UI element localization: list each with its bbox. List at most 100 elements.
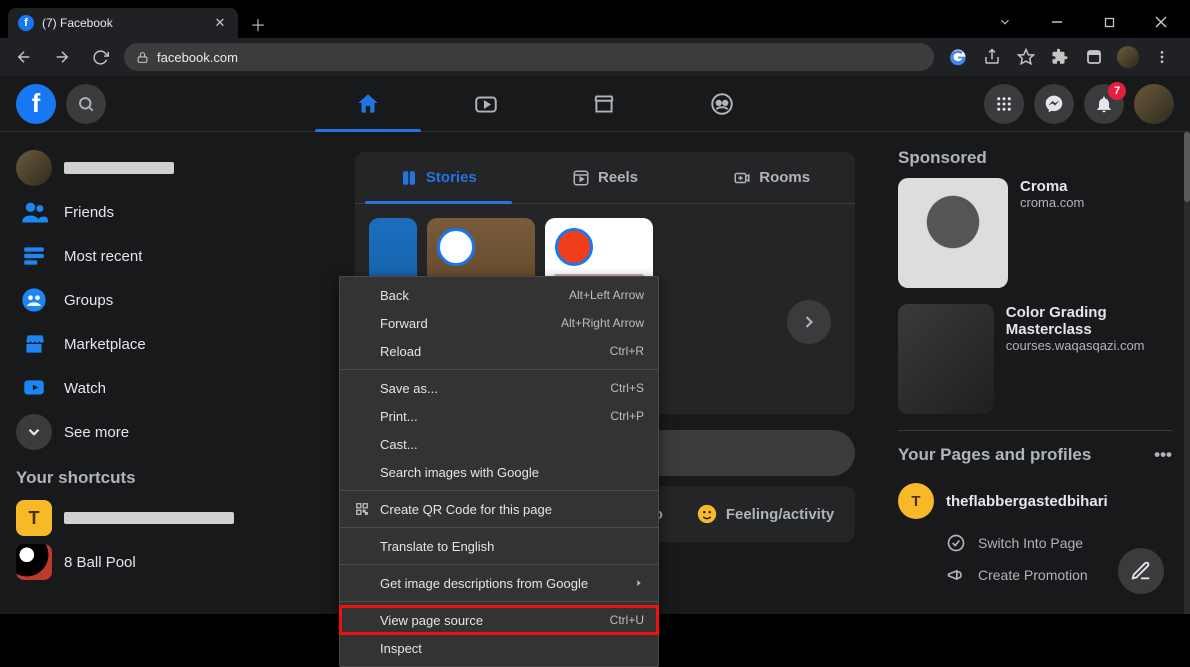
ad-image <box>898 304 994 414</box>
shortcuts-heading: Your shortcuts <box>8 454 322 496</box>
groups-icon <box>16 282 52 318</box>
stories-icon <box>400 169 418 187</box>
sidebar-item-most-recent[interactable]: Most recent <box>8 234 322 278</box>
switch-icon <box>946 533 966 553</box>
page-item[interactable]: T theflabbergastedbihari <box>898 475 1172 527</box>
sidebar-item-see-more[interactable]: See more <box>8 410 322 454</box>
vertical-scrollbar[interactable] <box>1184 132 1190 614</box>
sponsored-ad[interactable]: Color Grading Masterclass courses.waqasq… <box>898 304 1172 414</box>
right-column: Sponsored Croma croma.com Color Grading … <box>880 132 1190 614</box>
facebook-favicon: f <box>18 15 34 31</box>
shortcut-label: 8 Ball Pool <box>64 554 136 571</box>
context-menu-item[interactable]: View page sourceCtrl+U <box>340 606 658 634</box>
context-menu-item[interactable]: Get image descriptions from Google <box>340 569 658 597</box>
tab-home[interactable] <box>313 76 423 132</box>
close-tab-button[interactable]: ✕ <box>212 15 228 31</box>
context-menu-item[interactable]: BackAlt+Left Arrow <box>340 281 658 309</box>
address-bar[interactable]: facebook.com <box>124 43 934 71</box>
ad-image <box>898 178 1008 288</box>
story-avatar-ring <box>437 228 475 266</box>
most-recent-icon <box>16 238 52 274</box>
context-menu-item[interactable]: ForwardAlt+Right Arrow <box>340 309 658 337</box>
left-nav: Friends Most recent Groups Marketplace W… <box>0 132 330 614</box>
browser-tab[interactable]: f (7) Facebook ✕ <box>8 8 238 38</box>
smiley-icon <box>696 503 718 525</box>
context-menu-item[interactable]: Translate to English <box>340 532 658 560</box>
context-menu-item[interactable]: Inspect <box>340 634 658 662</box>
shortcut-icon: T <box>16 500 52 536</box>
profile-avatar-icon[interactable] <box>1114 43 1142 71</box>
friends-icon <box>16 194 52 230</box>
tab-overview-icon[interactable] <box>1080 43 1108 71</box>
submenu-arrow-icon <box>634 578 644 588</box>
window-maximize-button[interactable] <box>1086 8 1132 36</box>
context-menu-item[interactable]: Create QR Code for this page <box>340 495 658 523</box>
shortcut-item-8ball[interactable]: 8 Ball Pool <box>8 540 322 584</box>
feeling-activity-button[interactable]: Feeling/activity <box>685 492 845 536</box>
tab-stories[interactable]: Stories <box>355 152 522 203</box>
window-minimize-button[interactable] <box>1034 8 1080 36</box>
context-menu: BackAlt+Left ArrowForwardAlt+Right Arrow… <box>339 276 659 667</box>
extensions-icon[interactable] <box>1046 43 1074 71</box>
chrome-menu-button[interactable] <box>1148 43 1176 71</box>
tab-groups[interactable] <box>667 76 777 132</box>
tab-title: (7) Facebook <box>42 16 204 30</box>
context-menu-item[interactable]: Print...Ctrl+P <box>340 402 658 430</box>
tab-reels[interactable]: Reels <box>522 152 689 203</box>
chevron-down-icon[interactable] <box>982 8 1028 36</box>
sidebar-item-label: Marketplace <box>64 336 146 353</box>
pages-heading: Your Pages and profiles ••• <box>898 445 1172 465</box>
watch-icon <box>16 370 52 406</box>
url-text: facebook.com <box>157 50 238 65</box>
sidebar-item-marketplace[interactable]: Marketplace <box>8 322 322 366</box>
shortcut-item[interactable]: T <box>8 496 322 540</box>
context-menu-item[interactable]: Save as...Ctrl+S <box>340 374 658 402</box>
shortcut-icon <box>16 544 52 580</box>
page-avatar-icon: T <box>898 483 934 519</box>
edit-fab-button[interactable] <box>1118 548 1164 594</box>
context-menu-item[interactable]: Search images with Google <box>340 458 658 486</box>
account-avatar[interactable] <box>1134 84 1174 124</box>
sidebar-item-label: Most recent <box>64 248 142 265</box>
facebook-logo[interactable]: f <box>16 84 56 124</box>
stories-next-button[interactable] <box>787 300 831 344</box>
profile-avatar-icon <box>16 150 52 186</box>
sidebar-item-label: Groups <box>64 292 113 309</box>
qr-icon <box>354 501 370 517</box>
sponsored-heading: Sponsored <box>898 148 1172 168</box>
sidebar-item-label: Watch <box>64 380 106 397</box>
window-close-button[interactable] <box>1138 8 1184 36</box>
megaphone-icon <box>946 565 966 585</box>
marketplace-icon <box>16 326 52 362</box>
tab-rooms[interactable]: Rooms <box>688 152 855 203</box>
nav-back-button[interactable] <box>10 43 38 71</box>
messenger-button[interactable] <box>1034 84 1074 124</box>
share-icon[interactable] <box>978 43 1006 71</box>
context-menu-item[interactable]: Cast... <box>340 430 658 458</box>
tab-watch[interactable] <box>431 76 541 132</box>
search-button[interactable] <box>66 84 106 124</box>
bookmark-star-icon[interactable] <box>1012 43 1040 71</box>
sidebar-item-groups[interactable]: Groups <box>8 278 322 322</box>
sidebar-item-label: Friends <box>64 204 114 221</box>
sidebar-item-friends[interactable]: Friends <box>8 190 322 234</box>
story-avatar-ring <box>555 228 593 266</box>
tab-marketplace[interactable] <box>549 76 659 132</box>
rooms-icon <box>733 169 751 187</box>
context-menu-item[interactable]: ReloadCtrl+R <box>340 337 658 365</box>
nav-reload-button[interactable] <box>86 43 114 71</box>
lock-icon <box>136 51 149 64</box>
google-icon[interactable] <box>944 43 972 71</box>
fb-header: f 7 <box>0 76 1190 132</box>
app-menu-button[interactable] <box>984 84 1024 124</box>
notifications-button[interactable]: 7 <box>1084 84 1124 124</box>
reels-icon <box>572 169 590 187</box>
notification-badge: 7 <box>1108 82 1126 100</box>
nav-forward-button[interactable] <box>48 43 76 71</box>
more-icon[interactable]: ••• <box>1154 445 1172 465</box>
new-tab-button[interactable]: ＋ <box>244 10 272 38</box>
sidebar-item-label: See more <box>64 424 129 441</box>
sidebar-item-profile[interactable] <box>8 146 322 190</box>
sponsored-ad[interactable]: Croma croma.com <box>898 178 1172 288</box>
sidebar-item-watch[interactable]: Watch <box>8 366 322 410</box>
